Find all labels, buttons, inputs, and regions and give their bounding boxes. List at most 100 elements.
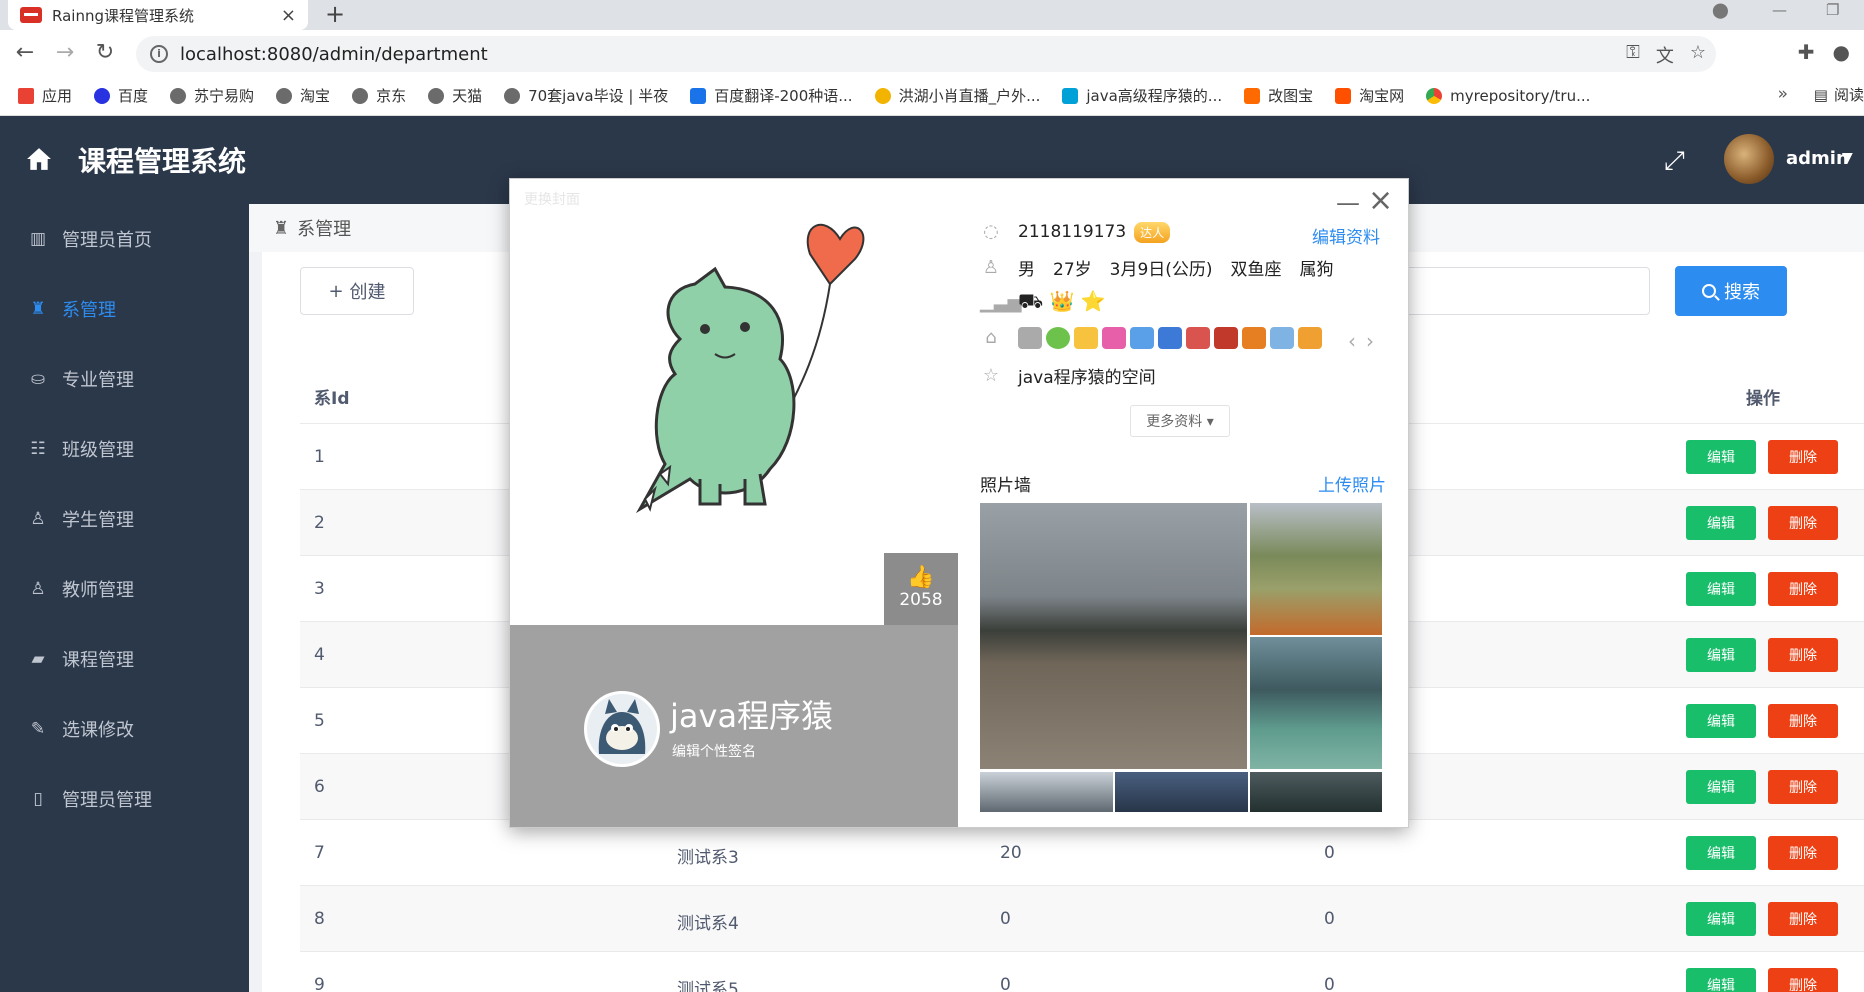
edit-button[interactable]: 编辑 bbox=[1686, 968, 1756, 992]
forward-icon[interactable]: → bbox=[52, 40, 78, 66]
edit-button[interactable]: 编辑 bbox=[1686, 638, 1756, 672]
edit-button[interactable]: 编辑 bbox=[1686, 704, 1756, 738]
photo-thumbnail[interactable] bbox=[980, 503, 1247, 769]
bookmark-item[interactable]: myrepository/tru... bbox=[1426, 87, 1590, 105]
new-tab-button[interactable]: + bbox=[325, 0, 345, 28]
sidebar-item-teacher[interactable]: ♙ 教师管理 bbox=[0, 554, 249, 624]
browser-tabstrip: Rainng课程管理系统 × + ⬤ — ❐ bbox=[0, 0, 1864, 30]
sidebar-item-course-selection[interactable]: ✎ 选课修改 bbox=[0, 694, 249, 764]
bookmark-item[interactable]: 百度 bbox=[94, 85, 148, 106]
photo-thumbnail[interactable] bbox=[1250, 637, 1382, 769]
change-cover-label[interactable]: 更换封面 bbox=[524, 189, 580, 209]
delete-button[interactable]: 删除 bbox=[1768, 770, 1838, 804]
delete-button[interactable]: 删除 bbox=[1768, 572, 1838, 606]
talent-badge[interactable]: 达人 bbox=[1134, 221, 1171, 243]
bookmark-item[interactable]: 苏宁易购 bbox=[170, 85, 254, 106]
delete-button[interactable]: 删除 bbox=[1768, 440, 1838, 474]
create-button[interactable]: + 创建 bbox=[300, 267, 414, 315]
close-icon[interactable]: × bbox=[1368, 183, 1393, 218]
photo-thumbnail[interactable] bbox=[1115, 772, 1248, 812]
sidebar-item-student[interactable]: ♙ 学生管理 bbox=[0, 484, 249, 554]
birthday: 3月9日(公历) bbox=[1109, 260, 1213, 280]
cell-value: 0 bbox=[1324, 843, 1335, 863]
profile-icon[interactable]: ● bbox=[1833, 40, 1850, 64]
translate-icon[interactable]: 文 bbox=[1656, 42, 1674, 68]
photo-thumbnail[interactable] bbox=[1250, 503, 1382, 635]
avatar[interactable] bbox=[1724, 134, 1774, 184]
edit-button[interactable]: 编辑 bbox=[1686, 506, 1756, 540]
delete-button[interactable]: 删除 bbox=[1768, 506, 1838, 540]
bookmark-item[interactable]: java高级程序猿的... bbox=[1062, 85, 1222, 106]
key-icon[interactable]: ⚿ bbox=[1626, 42, 1640, 68]
qq-number: 2118119173 bbox=[1018, 222, 1127, 242]
user-name[interactable]: admin bbox=[1786, 148, 1849, 169]
cell-id: 2 bbox=[314, 513, 325, 533]
badge-icon bbox=[1158, 327, 1182, 349]
like-count: 2058 bbox=[899, 590, 943, 610]
bookmark-item[interactable]: 淘宝网 bbox=[1335, 85, 1404, 106]
home-icon[interactable] bbox=[26, 146, 52, 172]
cell-id: 5 bbox=[314, 711, 325, 731]
bookmark-item[interactable]: 70套java毕设 | 半夜 bbox=[504, 85, 668, 106]
bookmark-star-icon[interactable]: ☆ bbox=[1690, 42, 1706, 68]
sidebar-item-admin-home[interactable]: ▥ 管理员首页 bbox=[0, 204, 249, 274]
more-info-button[interactable]: 更多资料 ▾ bbox=[1130, 405, 1230, 437]
level-badges[interactable]: ⛟ 👑 ⭐ bbox=[1018, 289, 1106, 316]
site-info-icon[interactable]: i bbox=[150, 45, 168, 63]
bookmark-item[interactable]: 天猫 bbox=[428, 85, 482, 106]
sidebar-item-major[interactable]: ⛀ 专业管理 bbox=[0, 344, 249, 414]
back-icon[interactable]: ← bbox=[12, 40, 38, 66]
edit-button[interactable]: 编辑 bbox=[1686, 572, 1756, 606]
photo-thumbnail[interactable] bbox=[980, 772, 1113, 812]
profile-cover[interactable]: 更换封面 👍 2058 bbox=[510, 179, 958, 625]
badge-icon bbox=[1186, 327, 1210, 349]
qzone-link[interactable]: java程序猿的空间 bbox=[1018, 363, 1156, 388]
screen: Rainng课程管理系统 × + ⬤ — ❐ ← → ↻ i localhost… bbox=[0, 0, 1864, 992]
level-chart-icon: ▁▃▅ bbox=[980, 291, 1022, 313]
badge-nav-arrows-icon[interactable]: ‹› bbox=[1348, 329, 1384, 353]
profile-card-popup: 更换封面 👍 2058 java程序猿 编辑个性签名 — × ◌ 2118119… bbox=[509, 178, 1409, 828]
profile-avatar[interactable] bbox=[584, 691, 660, 767]
bookmark-item[interactable]: 应用 bbox=[18, 85, 72, 106]
edit-button[interactable]: 编辑 bbox=[1686, 770, 1756, 804]
like-button[interactable]: 👍 2058 bbox=[884, 553, 958, 625]
search-button[interactable]: 搜索 bbox=[1675, 266, 1787, 316]
delete-button[interactable]: 删除 bbox=[1768, 638, 1838, 672]
delete-button[interactable]: 删除 bbox=[1768, 836, 1838, 870]
cell-id: 8 bbox=[314, 909, 325, 929]
photo-thumbnail[interactable] bbox=[1250, 772, 1382, 812]
edit-button[interactable]: 编辑 bbox=[1686, 836, 1756, 870]
minimize-icon[interactable]: — bbox=[1336, 189, 1360, 217]
bookmark-item[interactable]: 改图宝 bbox=[1244, 85, 1313, 106]
window-minimize-icon[interactable]: — bbox=[1772, 0, 1787, 20]
edit-signature-link[interactable]: 编辑个性签名 bbox=[672, 741, 756, 761]
bookmark-item[interactable]: 百度翻译-200种语... bbox=[690, 85, 853, 106]
sidebar-item-course[interactable]: ▰ 课程管理 bbox=[0, 624, 249, 694]
bookmarks-more-icon[interactable]: » bbox=[1778, 84, 1788, 104]
delete-button[interactable]: 删除 bbox=[1768, 968, 1838, 992]
upload-photo-link[interactable]: 上传照片 bbox=[1318, 471, 1386, 496]
extensions-icon[interactable]: ✚ bbox=[1798, 40, 1815, 64]
browser-tab[interactable]: Rainng课程管理系统 × bbox=[8, 0, 308, 30]
tab-close-icon[interactable]: × bbox=[281, 5, 296, 26]
reading-list-button[interactable]: ▤ 阅读 bbox=[1814, 84, 1864, 105]
sidebar-item-class[interactable]: ☷ 班级管理 bbox=[0, 414, 249, 484]
sidebar-item-department[interactable]: ♜ 系管理 bbox=[0, 274, 249, 344]
bookmark-item[interactable]: 淘宝 bbox=[276, 85, 330, 106]
delete-button[interactable]: 删除 bbox=[1768, 704, 1838, 738]
profile-menu-icon[interactable]: ⬤ bbox=[1712, 0, 1729, 20]
edit-profile-link[interactable]: 编辑资料 bbox=[1312, 223, 1380, 248]
edit-button[interactable]: 编辑 bbox=[1686, 902, 1756, 936]
vip-badges[interactable] bbox=[1018, 327, 1322, 349]
window-restore-icon[interactable]: ❐ bbox=[1826, 0, 1839, 20]
reload-icon[interactable]: ↻ bbox=[92, 40, 118, 66]
column-header-id[interactable]: 系Id bbox=[314, 384, 350, 409]
bookmark-item[interactable]: 洪湖小肖直播_户外... bbox=[874, 85, 1040, 106]
address-bar[interactable]: i localhost:8080/admin/department ⚿ 文 ☆ bbox=[136, 36, 1716, 72]
delete-button[interactable]: 删除 bbox=[1768, 902, 1838, 936]
edit-button[interactable]: 编辑 bbox=[1686, 440, 1756, 474]
caret-down-icon[interactable]: ▼ bbox=[1842, 150, 1853, 166]
fullscreen-icon[interactable]: ⤢ bbox=[1664, 146, 1685, 177]
bookmark-item[interactable]: 京东 bbox=[352, 85, 406, 106]
sidebar-item-admin-manage[interactable]: ▯ 管理员管理 bbox=[0, 764, 249, 834]
